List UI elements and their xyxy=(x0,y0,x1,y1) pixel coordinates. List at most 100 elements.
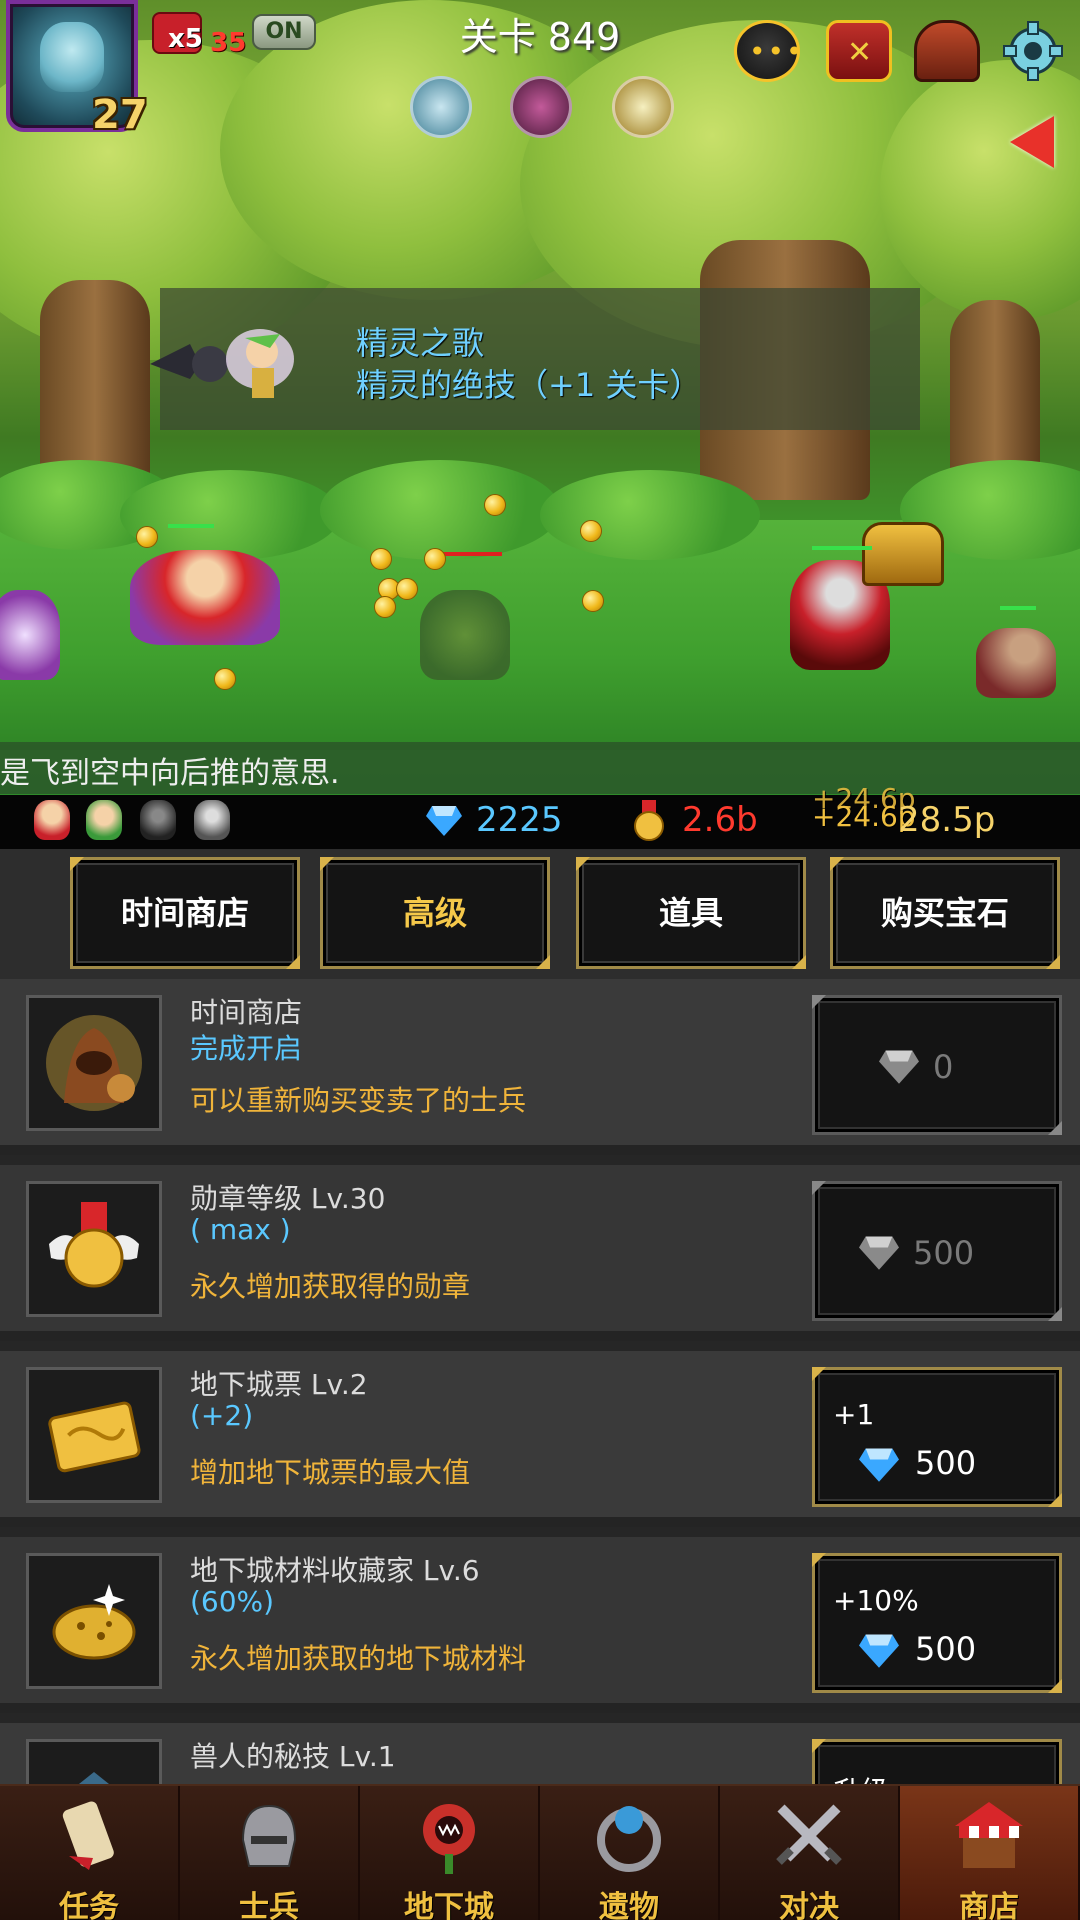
item-description: 永久增加获取得的勋章 xyxy=(190,1270,471,1303)
boost-count: 35 xyxy=(210,28,247,58)
buff-tent-icon[interactable] xyxy=(612,76,674,138)
buff-ghost-icon[interactable] xyxy=(410,76,472,138)
nav-quests[interactable]: 任务 xyxy=(0,1786,180,1920)
item-name: 地下城材料收藏家 Lv.6 xyxy=(190,1554,480,1587)
hp-bar xyxy=(1000,606,1036,610)
bush xyxy=(540,470,760,560)
gold-coin xyxy=(396,578,418,600)
hero-portrait-red-icon[interactable] xyxy=(34,800,70,840)
tab-premium[interactable]: 高级 xyxy=(320,857,550,969)
gold-coin xyxy=(484,494,506,516)
item-status: (+2) xyxy=(190,1399,254,1432)
upgrade-amount: +1 xyxy=(833,1398,875,1431)
house-icon[interactable] xyxy=(914,20,980,82)
hero-portrait-green-icon[interactable] xyxy=(86,800,122,840)
gold-ore-icon xyxy=(26,1553,162,1689)
hp-bar xyxy=(168,524,214,528)
orc-bag-icon xyxy=(26,1739,162,1784)
golden-ticket-icon xyxy=(26,1367,162,1503)
medal-icon xyxy=(632,800,666,842)
gray-gem-icon xyxy=(879,1048,919,1084)
banner-subtitle: 精灵的绝技（+1 关卡） xyxy=(356,366,702,404)
player-level: 27 xyxy=(92,92,148,138)
nav-relics[interactable]: 遗物 xyxy=(540,1786,720,1920)
auto-toggle[interactable]: ON xyxy=(252,14,316,50)
buff-spiral-icon[interactable] xyxy=(510,76,572,138)
shop-stall-icon xyxy=(949,1796,1029,1876)
crossed-swords-icon xyxy=(769,1796,849,1876)
list-item: 时间商店 完成开启 可以重新购买变卖了的士兵 0 xyxy=(0,979,1080,1155)
buy-button-disabled[interactable]: 500 xyxy=(812,1181,1062,1321)
nav-label: 遗物 xyxy=(599,1890,659,1920)
shop-tabs: 时间商店 高级 道具 购买宝石 xyxy=(0,849,1080,979)
chat-icon[interactable] xyxy=(734,20,805,82)
hp-bar xyxy=(440,552,502,556)
ally-left-sprite xyxy=(0,590,60,680)
nav-duel[interactable]: 对决 xyxy=(720,1786,900,1920)
upgrade-amount: +10% xyxy=(833,1584,919,1617)
bush xyxy=(320,460,560,560)
gem-icon xyxy=(426,804,462,836)
hero-portrait-dark-icon[interactable] xyxy=(140,800,176,840)
scrolling-tip-text: 是飞到空中向后推的意思. xyxy=(0,756,340,791)
hero-portrait-robot-icon[interactable] xyxy=(194,800,230,840)
item-price: 500 xyxy=(915,1630,977,1668)
bush xyxy=(120,470,340,560)
gold-coin xyxy=(374,596,396,618)
tab-buy-gems[interactable]: 购买宝石 xyxy=(830,857,1060,969)
gold-count: 28.5p xyxy=(898,800,996,840)
gem-count: 2225 xyxy=(476,800,563,840)
tab-items[interactable]: 道具 xyxy=(576,857,806,969)
banner-title: 精灵之歌 xyxy=(356,324,485,362)
shop-panel: 时间商店 高级 道具 购买宝石 时间商店 完成开启 可以重新购买变卖了的士兵 0… xyxy=(0,849,1080,1784)
upgrade-button[interactable]: +1 500 xyxy=(812,1367,1062,1507)
hooded-merchant-icon xyxy=(26,995,162,1131)
castle-icon[interactable] xyxy=(826,20,892,82)
item-price: 0 xyxy=(933,1048,954,1086)
gold-coin xyxy=(580,520,602,542)
skull-knight-face-icon xyxy=(40,22,104,92)
list-item: 地下城材料收藏家 Lv.6 (60%) 永久增加获取的地下城材料 +10% 50… xyxy=(0,1537,1080,1713)
tab-time-shop[interactable]: 时间商店 xyxy=(70,857,300,969)
nav-label: 商店 xyxy=(959,1890,1019,1920)
gold-coin xyxy=(370,548,392,570)
monster-plant-icon xyxy=(409,1796,489,1876)
item-description: 永久增加获取的地下城材料 xyxy=(190,1642,527,1675)
nav-shop[interactable]: 商店 xyxy=(900,1786,1080,1920)
nav-soldiers[interactable]: 士兵 xyxy=(180,1786,360,1920)
bottom-nav: 任务 士兵 地下城 遗物 对决 商店 xyxy=(0,1784,1080,1920)
item-status: (60%) xyxy=(190,1585,275,1618)
nav-label: 地下城 xyxy=(404,1890,494,1920)
item-name: 兽人的秘技 Lv.1 xyxy=(190,1740,396,1773)
gem-icon xyxy=(859,1632,899,1668)
item-status: ( max ) xyxy=(190,1213,291,1246)
fairy-bat-art xyxy=(140,304,320,424)
gold-coin xyxy=(136,526,158,548)
boost-multiplier: x5 xyxy=(168,24,203,54)
side-panel-arrow-icon[interactable] xyxy=(1010,116,1054,168)
medal-count: 2.6b xyxy=(682,800,758,840)
list-item: 勋章等级 Lv.30 ( max ) 永久增加获取得的勋章 500 xyxy=(0,1165,1080,1341)
treasure-chest-sprite xyxy=(862,522,944,586)
top-hud: 27 x5 35 ON 关卡 849 xyxy=(0,0,1080,160)
scroll-icon xyxy=(49,1796,129,1876)
nav-dungeon[interactable]: 地下城 xyxy=(360,1786,540,1920)
item-name: 地下城票 Lv.2 xyxy=(190,1368,368,1401)
stage-title: 关卡 849 xyxy=(459,15,621,59)
orb-relic-icon xyxy=(589,1796,669,1876)
item-description: 可以重新购买变卖了的士兵 xyxy=(190,1084,527,1117)
gunner-sprite xyxy=(976,628,1056,698)
sultan-on-carpet-sprite xyxy=(130,550,280,645)
nav-label: 士兵 xyxy=(239,1890,299,1920)
upgrade-button[interactable]: 升级 xyxy=(812,1739,1062,1784)
item-description: 增加地下城票的最大值 xyxy=(190,1456,471,1489)
gem-icon xyxy=(859,1446,899,1482)
nav-label: 任务 xyxy=(59,1890,119,1920)
upgrade-button[interactable]: +10% 500 xyxy=(812,1553,1062,1693)
item-name: 勋章等级 Lv.30 xyxy=(190,1182,386,1215)
item-name: 时间商店 xyxy=(190,996,303,1029)
gear-icon[interactable] xyxy=(1000,20,1066,82)
gold-coin xyxy=(582,590,604,612)
hp-bar xyxy=(812,546,872,550)
buy-button-disabled[interactable]: 0 xyxy=(812,995,1062,1135)
